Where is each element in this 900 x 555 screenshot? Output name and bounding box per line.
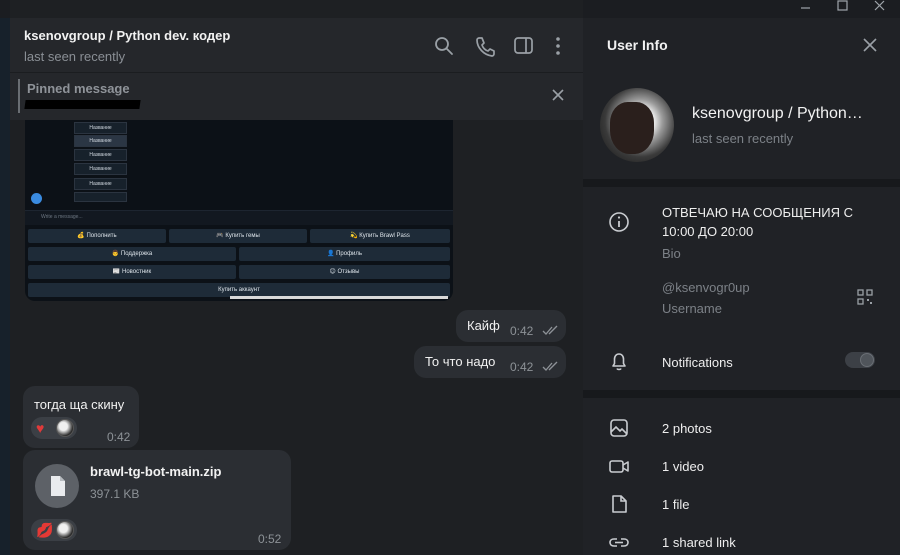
reaction-badge[interactable]: 💋 (31, 519, 77, 541)
shot-keyboard-button: 💫 Купить Brawl Pass (310, 229, 450, 243)
message-text: Кайф (467, 318, 500, 333)
shot-menu-footer (74, 192, 127, 202)
minimize-icon (801, 7, 810, 9)
sidebar-icon (514, 37, 533, 54)
photo-icon (608, 417, 630, 439)
file-size: 397.1 KB (90, 487, 140, 501)
message-text: тогда ща скину (34, 397, 125, 412)
close-icon (863, 38, 877, 52)
message-text: То что надо (425, 354, 496, 369)
shot-menu-item: Название (74, 135, 127, 147)
shot-keyboard-button: 👤 Профиль (239, 247, 450, 261)
shot-avatar (31, 193, 42, 204)
shot-menu-item: Название (74, 178, 127, 190)
message-outgoing[interactable]: Кайф 0:42 (456, 310, 566, 342)
links-count: 1 shared link (662, 535, 736, 550)
pinned-message-bar[interactable]: Pinned message (10, 72, 583, 120)
profile-name: ksenovgroup / Python… (692, 105, 863, 122)
qr-code-icon (857, 289, 873, 305)
user-info-panel: User Info ksenovgroup / Python… last see… (583, 18, 900, 555)
avatar-face (610, 102, 654, 154)
chat-pane: ksenovgroup / Python dev. кодер last see… (10, 0, 583, 555)
message-outgoing[interactable]: То что надо 0:42 (414, 346, 566, 378)
shot-keyboard-button: 🎮 Купить гемы (169, 229, 307, 243)
phone-icon (476, 37, 495, 57)
bell-icon (608, 350, 630, 372)
image-message[interactable]: Название Название Название Название Назв… (25, 120, 453, 301)
kiss-icon: 💋 (36, 522, 54, 538)
chat-title[interactable]: ksenovgroup / Python dev. кодер (24, 28, 230, 43)
username-label: Username (662, 301, 722, 316)
toggle-knob (860, 353, 874, 367)
username-value[interactable]: @ksenvogr0up (662, 280, 750, 295)
minimize-button[interactable] (785, 0, 825, 14)
close-icon (874, 0, 885, 11)
panel-title: User Info (607, 37, 668, 53)
shot-input-bar: Write a message... (25, 210, 453, 225)
video-icon (608, 455, 630, 477)
link-icon (608, 531, 630, 553)
qr-code-button[interactable] (857, 289, 873, 305)
search-icon (435, 37, 453, 55)
notifications-label: Notifications (662, 355, 733, 370)
heart-icon: ♥ (36, 420, 45, 436)
reactor-avatar (56, 521, 74, 539)
message-time: 0:52 (258, 532, 282, 546)
pinned-indicator (18, 79, 20, 113)
maximize-button[interactable] (823, 0, 863, 14)
chat-header[interactable]: ksenovgroup / Python dev. кодер last see… (10, 18, 583, 72)
read-check-icon (542, 361, 558, 371)
shot-keyboard-button: 💰 Пополнить (28, 229, 166, 243)
section-divider (583, 390, 900, 398)
shot-keyboard-button: Купить аккаунт (28, 283, 450, 297)
reaction-badge[interactable]: ♥ (31, 417, 77, 439)
section-divider (583, 179, 900, 187)
profile-avatar[interactable] (600, 88, 674, 162)
shot-keyboard-button: 📰 Новостник (28, 265, 236, 279)
shot-scrollbar (230, 296, 448, 299)
message-incoming[interactable]: тогда ща скину ♥ 0:42 (23, 386, 139, 448)
close-window-button[interactable] (860, 0, 900, 14)
files-count: 1 file (662, 497, 690, 512)
photos-count: 2 photos (662, 421, 712, 436)
shot-menu-item: Название (74, 163, 127, 175)
bio-line-1: ОТВЕЧАЮ НА СООБЩЕНИЯ С (662, 205, 853, 220)
videos-count: 1 video (662, 459, 704, 474)
file-name[interactable]: brawl-tg-bot-main.zip (90, 464, 221, 479)
message-time: 0:42 (510, 360, 534, 374)
file-download-button[interactable] (35, 464, 79, 508)
message-list[interactable]: Название Название Название Название Назв… (10, 120, 583, 555)
message-time: 0:42 (107, 430, 131, 444)
file-icon (608, 493, 630, 515)
notifications-toggle[interactable] (845, 352, 875, 368)
shot-menu-item: Название (74, 149, 127, 161)
document-icon (51, 476, 65, 496)
more-button[interactable] (547, 35, 569, 57)
shot-keyboard-button: 👨 Поддержка (28, 247, 236, 261)
chat-status: last seen recently (24, 49, 126, 64)
info-icon (608, 211, 630, 233)
file-message[interactable]: brawl-tg-bot-main.zip 397.1 KB 💋 0:52 (23, 450, 291, 550)
message-time: 0:42 (510, 324, 534, 338)
close-icon (552, 89, 564, 101)
search-button[interactable] (433, 35, 455, 57)
pinned-label: Pinned message (27, 81, 130, 96)
shot-menu-item: Название (74, 122, 127, 134)
reactor-avatar (56, 419, 74, 437)
bio-line-2: 10:00 ДО 20:00 (662, 224, 754, 239)
close-panel-button[interactable] (863, 38, 877, 52)
bio-label: Bio (662, 246, 681, 261)
bio-text[interactable]: ОТВЕЧАЮ НА СООБЩЕНИЯ С 10:00 ДО 20:00 (662, 203, 853, 241)
call-button[interactable] (474, 35, 496, 57)
profile-status: last seen recently (692, 131, 794, 146)
toggle-sidebar-button[interactable] (513, 35, 535, 57)
more-vertical-icon (556, 37, 560, 55)
shot-keyboard-button: 😊 Отзывы (239, 265, 450, 279)
unpin-button[interactable] (550, 87, 566, 103)
pinned-text-redacted (24, 100, 141, 109)
maximize-icon (837, 0, 848, 11)
shot-input-placeholder: Write a message... (41, 214, 83, 220)
read-check-icon (542, 325, 558, 335)
